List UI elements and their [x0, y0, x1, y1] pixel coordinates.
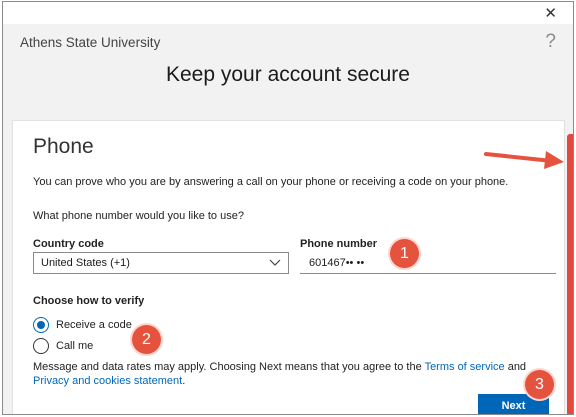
chevron-down-icon	[269, 259, 281, 266]
privacy-link[interactable]: Privacy and cookies statement	[33, 375, 182, 387]
call-me-option[interactable]: Call me	[33, 338, 93, 354]
close-icon[interactable]: ✕	[544, 4, 557, 22]
radio-call-me[interactable]	[33, 338, 49, 354]
annotation-badge-2: 2	[132, 325, 161, 354]
receive-code-option[interactable]: Receive a code	[33, 317, 132, 333]
annotation-badge-3: 3	[525, 370, 554, 399]
phone-number-label: Phone number	[300, 238, 378, 250]
country-code-value: United States (+1)	[41, 257, 130, 269]
phone-card: Phone You can prove who you are by answe…	[12, 120, 565, 414]
disclaimer-part: Message and data rates may apply. Choosi…	[33, 361, 425, 373]
auth-window: ✕ Athens State University ? Keep your ac…	[2, 1, 574, 415]
disclaimer-part: .	[182, 375, 186, 387]
phone-number-input[interactable]	[300, 252, 556, 274]
org-name: Athens State University	[20, 35, 161, 50]
question-text: What phone number would you like to use?	[33, 210, 244, 222]
title-bar: ✕	[3, 2, 573, 24]
receive-code-label: Receive a code	[56, 319, 132, 331]
disclaimer-text: Message and data rates may apply. Choosi…	[33, 360, 533, 388]
arrow-icon	[484, 151, 564, 169]
country-code-label: Country code	[33, 238, 104, 250]
section-heading: Phone	[33, 135, 94, 158]
verify-heading: Choose how to verify	[33, 295, 145, 307]
disclaimer-part: and	[504, 361, 527, 373]
call-me-label: Call me	[56, 340, 94, 352]
terms-link[interactable]: Terms of service	[425, 361, 505, 373]
intro-text: You can prove who you are by answering a…	[33, 176, 509, 188]
help-icon[interactable]: ?	[545, 31, 556, 53]
radio-receive-code[interactable]	[33, 317, 49, 333]
header: Athens State University ? Keep your acco…	[3, 24, 573, 120]
page-title: Keep your account secure	[166, 63, 410, 86]
annotation-badge-1: 1	[390, 239, 419, 268]
scrollbar[interactable]	[567, 134, 573, 414]
country-code-select[interactable]: United States (+1)	[33, 252, 289, 274]
